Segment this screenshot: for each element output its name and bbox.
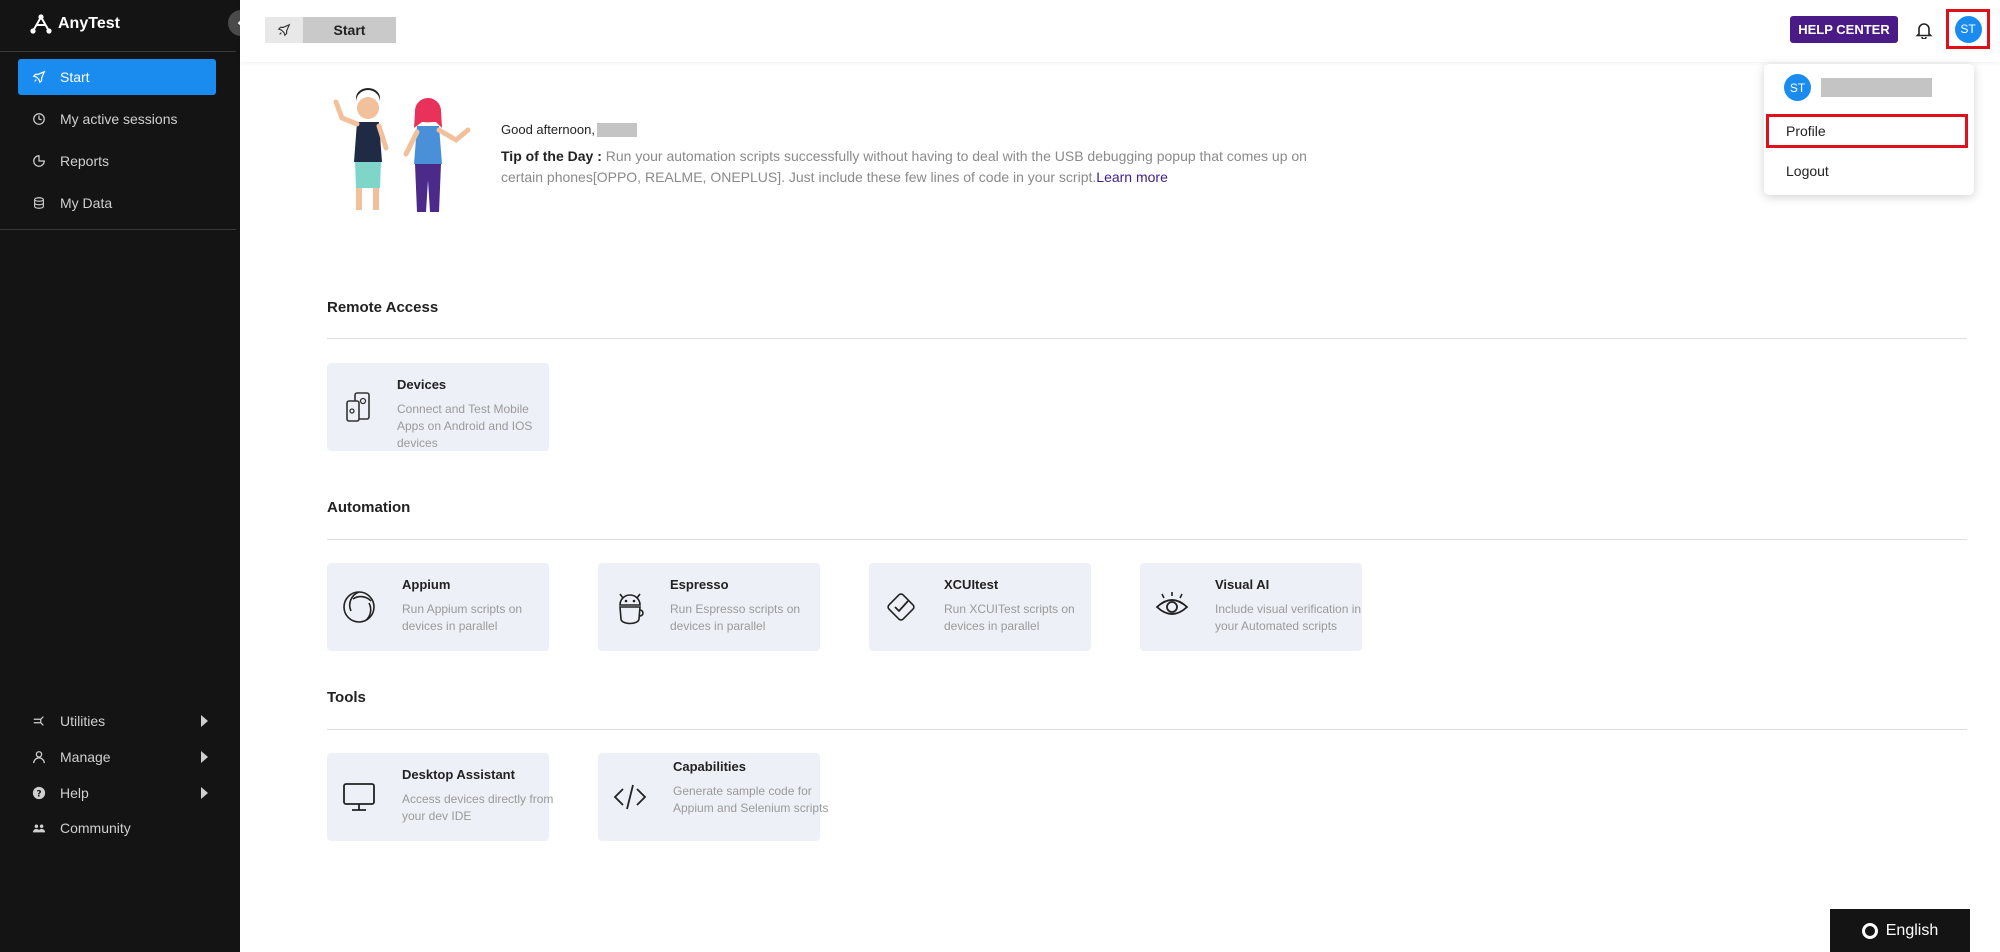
card-title: XCUItest: [944, 577, 999, 592]
sidebar-item-manage[interactable]: Manage: [18, 739, 216, 775]
sidebar-item-label: Community: [60, 820, 131, 836]
card-title: Appium: [402, 577, 451, 592]
monitor-icon: [343, 783, 375, 811]
app-logo[interactable]: AnyTest: [30, 10, 120, 38]
sidebar-item-reports[interactable]: Reports: [18, 143, 216, 179]
user-avatar-button[interactable]: ST: [1946, 9, 1990, 49]
sidebar-item-label: My Data: [60, 195, 113, 211]
sidebar-item-active-sessions[interactable]: My active sessions: [18, 101, 216, 137]
expand-arrow-icon: [201, 751, 208, 763]
card-title: Espresso: [670, 577, 729, 592]
language-label: English: [1885, 921, 1939, 939]
globe-icon: [1861, 922, 1878, 939]
anytest-logo-icon: [30, 14, 52, 34]
greeting-text: Good afternoon,: [501, 122, 595, 137]
card-xcuitest[interactable]: XCUItest Run XCUITest scripts on devices…: [869, 563, 1091, 651]
sidebar-item-community[interactable]: Community: [18, 810, 216, 846]
espresso-android-icon: [619, 593, 644, 625]
svg-text:?: ?: [36, 790, 41, 800]
avatar: ST: [1784, 74, 1811, 101]
sidebar-item-my-data[interactable]: My Data: [18, 185, 216, 221]
card-title: Desktop Assistant: [402, 767, 515, 782]
sidebar-item-label: My active sessions: [60, 111, 178, 127]
card-title: Visual AI: [1215, 577, 1270, 592]
sidebar-item-help[interactable]: ? Help: [18, 775, 216, 811]
language-selector[interactable]: English: [1830, 909, 1970, 952]
database-icon: [34, 197, 44, 209]
breadcrumb-icon-box: [265, 17, 303, 43]
notifications-button[interactable]: [1912, 18, 1936, 42]
people-icon: [32, 824, 46, 833]
sidebar-item-label: Reports: [60, 153, 110, 169]
sidebar-item-label: Start: [60, 69, 90, 85]
question-icon: ?: [32, 786, 46, 800]
code-icon: [613, 784, 647, 810]
tip-label: Tip of the Day :: [501, 148, 602, 164]
expand-arrow-icon: [201, 787, 208, 799]
card-description: Run Espresso scripts on devices in paral…: [670, 602, 801, 633]
sidebar-divider: [0, 51, 236, 52]
logout-menu-item[interactable]: Logout: [1766, 154, 1968, 188]
sidebar: AnyTest Start My active sessions Reports…: [0, 0, 240, 952]
profile-menu-item[interactable]: Profile: [1766, 114, 1968, 148]
sidebar-item-label: Help: [60, 785, 89, 801]
redacted-username: [1821, 78, 1932, 97]
tip-of-the-day: Tip of the Day : Run your automation scr…: [501, 146, 1341, 188]
app-logo-text: AnyTest: [58, 15, 120, 32]
sidebar-divider: [0, 229, 236, 230]
devices-icon: [346, 392, 370, 422]
avatar: ST: [1954, 15, 1982, 43]
greeting-illustration: [333, 88, 471, 212]
sidebar-item-start[interactable]: Start: [18, 59, 216, 95]
breadcrumb: Start: [265, 17, 396, 43]
rocket-icon: [277, 23, 291, 37]
card-description: Access devices directly from your dev ID…: [402, 792, 554, 823]
section-title-tools: Tools: [327, 689, 366, 706]
card-capabilities[interactable]: Capabilities Generate sample code for Ap…: [598, 753, 828, 841]
xcuitest-check-icon: [887, 593, 915, 621]
sidebar-item-utilities[interactable]: Utilities: [18, 703, 216, 739]
sidebar-item-label: Manage: [60, 749, 111, 765]
card-desktop-assistant[interactable]: Desktop Assistant Access devices directl…: [327, 753, 553, 841]
user-menu-dropdown: ST Profile Logout: [1764, 64, 1974, 195]
card-devices[interactable]: Devices Connect and Test Mobile Apps on …: [327, 363, 549, 451]
dropdown-user-info: ST: [1784, 74, 1932, 101]
section-divider: [327, 338, 1967, 339]
section-title-remote-access: Remote Access: [327, 299, 439, 316]
section-title-automation: Automation: [327, 499, 411, 516]
section-divider: [327, 539, 1967, 540]
breadcrumb-current[interactable]: Start: [303, 17, 396, 43]
card-description: Include visual verification in your Auto…: [1215, 602, 1362, 633]
bell-icon: [1915, 23, 1933, 39]
learn-more-link[interactable]: Learn more: [1096, 169, 1168, 185]
card-description: Generate sample code for Appium and Sele…: [673, 784, 829, 815]
help-center-button[interactable]: HELP CENTER: [1790, 16, 1898, 43]
card-title: Capabilities: [673, 759, 746, 774]
top-bar: Start HELP CENTER ST: [240, 0, 2000, 62]
chart-icon: [33, 155, 45, 167]
card-description: Run Appium scripts on devices in paralle…: [402, 602, 523, 633]
appium-icon: [343, 591, 375, 623]
card-description: Connect and Test Mobile Apps on Android …: [397, 402, 533, 450]
expand-arrow-icon: [201, 715, 208, 727]
card-title: Devices: [397, 377, 447, 392]
section-divider: [327, 729, 1967, 730]
rocket-icon: [32, 70, 46, 84]
redacted-username: [596, 122, 637, 137]
eye-icon: [1155, 592, 1189, 615]
card-espresso[interactable]: Espresso Run Espresso scripts on devices…: [598, 563, 820, 651]
card-appium[interactable]: Appium Run Appium scripts on devices in …: [327, 563, 549, 651]
tip-text: Run your automation scripts successfully…: [501, 148, 1307, 185]
card-description: Run XCUITest scripts on devices in paral…: [944, 602, 1075, 633]
greeting-line: Good afternoon,: [501, 122, 637, 137]
utilities-icon: [33, 716, 44, 726]
sidebar-item-label: Utilities: [60, 713, 106, 729]
person-icon: [33, 751, 45, 764]
clock-icon: [33, 113, 45, 125]
card-visual-ai[interactable]: Visual AI Include visual verification in…: [1140, 563, 1362, 651]
